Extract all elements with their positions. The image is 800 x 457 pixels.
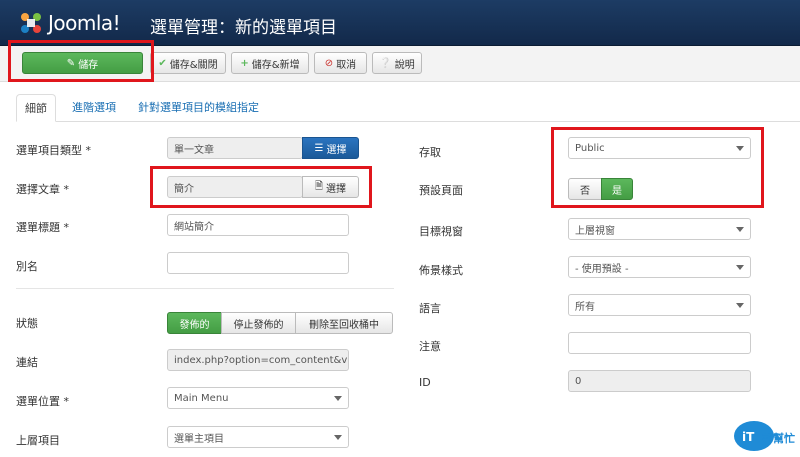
menu-location-value: Main Menu [174,392,229,404]
cancel-label: 取消 [336,59,357,71]
question-icon: ❔ [379,57,392,69]
target-window-value: 上層視窗 [575,225,615,237]
cancel-button[interactable]: ⊘ 取消 [314,52,367,74]
access-label: 存取 [419,146,441,159]
parent-item-select[interactable]: 選單主項目 [167,426,349,448]
template-style-select[interactable]: - 使用預設 - [568,256,751,278]
menu-item-type-select-label: 選擇 [326,144,347,156]
tab-bar: 細節 進階選項 針對選單項目的模組指定 [16,94,800,122]
ithome-watermark-logo: iT 邦幫忙 [732,416,798,454]
menu-item-type-field: 單一文章 [167,137,303,159]
status-unpublished-button[interactable]: 停止發佈的 [221,312,296,334]
id-field: 0 [568,370,751,392]
svg-text:iT: iT [742,430,755,444]
joomla-logo[interactable]: Joomla! [18,9,138,37]
menu-item-type-label: 選單項目類型 * [16,144,91,157]
target-window-label: 目標視窗 [419,225,463,238]
section-divider [16,288,394,289]
logo-text: Joomla! [48,11,121,35]
menu-title-label: 選單標題 * [16,221,69,234]
language-select[interactable]: 所有 [568,294,751,316]
svg-text:邦幫忙: 邦幫忙 [762,431,795,445]
menu-location-select[interactable]: Main Menu [167,387,349,409]
caret-down-icon [334,396,342,401]
highlight-box-access [551,127,764,208]
target-window-select[interactable]: 上層視窗 [568,218,751,240]
caret-down-icon [736,303,744,308]
highlight-box-article [150,166,372,208]
default-page-label: 預設頁面 [419,184,463,197]
language-label: 語言 [419,302,441,315]
parent-item-label: 上層項目 [16,434,60,447]
language-value: 所有 [575,301,595,313]
joomla-logo-icon [18,10,44,36]
template-style-value: - 使用預設 - [575,263,629,275]
menu-location-label: 選單位置 * [16,395,69,408]
tab-module-assignment[interactable]: 針對選單項目的模組指定 [130,94,267,122]
note-input[interactable] [568,332,751,354]
select-article-label: 選擇文章 * [16,183,69,196]
alias-input[interactable] [167,252,349,274]
menu-item-type-select-button[interactable]: ☰ 選擇 [302,137,359,159]
template-style-label: 佈景樣式 [419,264,463,277]
caret-down-icon [334,435,342,440]
plus-icon: + [240,57,249,69]
note-label: 注意 [419,340,441,353]
save-new-button[interactable]: + 儲存&新增 [231,52,309,74]
help-label: 說明 [394,59,415,71]
caret-down-icon [736,227,744,232]
tab-advanced[interactable]: 進階選項 [64,94,124,122]
save-new-label: 儲存&新增 [251,59,300,71]
menu-title-input[interactable]: 網站簡介 [167,214,349,236]
link-label: 連結 [16,356,38,369]
parent-item-value: 選單主項目 [174,433,224,445]
save-close-label: 儲存&關閉 [169,59,218,71]
save-close-button[interactable]: ✔ 儲存&關閉 [150,52,226,74]
page-title: 選單管理：新的選單項目 [150,18,337,38]
status-published-button[interactable]: 發佈的 [167,312,222,334]
alias-label: 別名 [16,260,38,273]
highlight-box-save [8,40,154,82]
help-button[interactable]: ❔ 說明 [372,52,422,74]
cancel-circle-icon: ⊘ [324,57,334,69]
check-icon: ✔ [158,57,167,69]
status-trash-button[interactable]: 刪除至回收桶中 [295,312,393,334]
link-field: index.php?option=com_content&vie [167,349,349,371]
status-label: 狀態 [16,317,38,330]
tab-details[interactable]: 細節 [16,94,56,122]
caret-down-icon [736,265,744,270]
id-label: ID [419,376,431,389]
list-icon: ☰ [314,142,324,154]
